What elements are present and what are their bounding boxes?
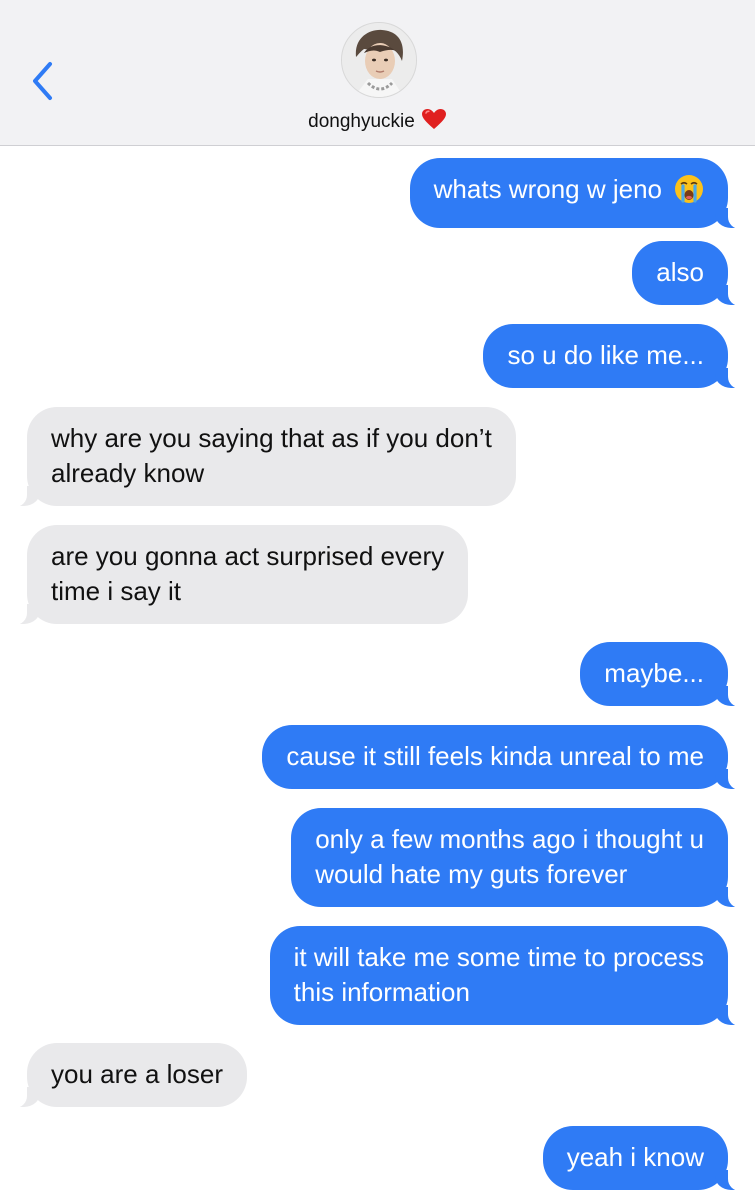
- message-text: also: [656, 257, 704, 287]
- message-bubble-received[interactable]: are you gonna act surprised every time i…: [9, 525, 469, 625]
- avatar[interactable]: [341, 22, 417, 98]
- message-bubble-sent[interactable]: yeah i know: [542, 1126, 746, 1191]
- message-bubble-sent[interactable]: so u do like me...: [483, 324, 745, 389]
- message-text-line: it will take me some time to process: [293, 942, 704, 972]
- avatar-photo: [342, 23, 416, 97]
- conversation-header: donghyuckie: [0, 0, 755, 146]
- message-bubble-sent[interactable]: also: [632, 241, 745, 306]
- message-text-line: why are you saying that as if you don’t: [51, 423, 492, 453]
- message-text: whats wrong w jeno: [434, 172, 704, 213]
- message-text-line: time i say it: [51, 576, 182, 606]
- message-thread: whats wrong w jeno also so u do like me.…: [0, 145, 755, 1200]
- message-text: you are a loser: [51, 1059, 223, 1089]
- contact-name: donghyuckie: [308, 111, 415, 132]
- back-button[interactable]: [22, 56, 62, 106]
- message-bubble-sent[interactable]: it will take me some time to process thi…: [269, 926, 746, 1026]
- message-text-line: already know: [51, 458, 205, 488]
- contact-name-row[interactable]: donghyuckie: [0, 108, 755, 136]
- red-heart-icon: [421, 108, 447, 136]
- message-bubble-received[interactable]: why are you saying that as if you don’t …: [10, 407, 516, 507]
- message-bubble-received[interactable]: you are a loser: [10, 1043, 247, 1108]
- message-bubble-sent[interactable]: maybe...: [580, 642, 745, 707]
- message-text-line: this information: [293, 977, 470, 1007]
- message-text: so u do like me...: [507, 340, 704, 370]
- message-text: yeah i know: [566, 1142, 704, 1172]
- message-text: maybe...: [604, 658, 704, 688]
- message-text-line: are you gonna act surprised every: [51, 541, 445, 571]
- message-bubble-sent[interactable]: cause it still feels kinda unreal to me: [262, 725, 745, 790]
- message-bubble-sent[interactable]: whats wrong w jeno: [409, 158, 746, 229]
- loudly-crying-face-icon: [674, 174, 704, 213]
- message-bubble-sent[interactable]: only a few months ago i thought u would …: [291, 808, 745, 908]
- chevron-left-icon: [33, 62, 52, 100]
- message-text-line: would hate my guts forever: [315, 859, 628, 889]
- message-text: cause it still feels kinda unreal to me: [286, 741, 704, 771]
- message-text-line: only a few months ago i thought u: [315, 824, 704, 854]
